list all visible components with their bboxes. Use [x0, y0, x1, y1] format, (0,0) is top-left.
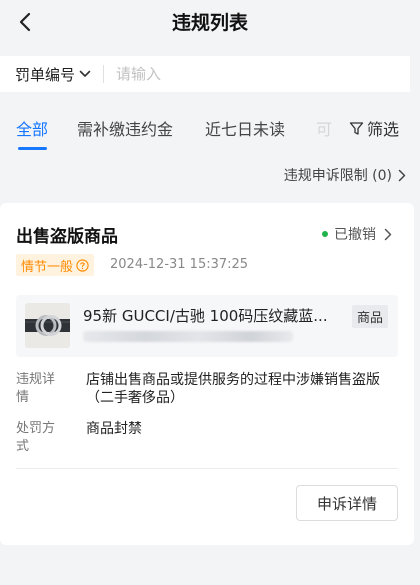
- severity-tag: 情节一般: [16, 254, 95, 276]
- search-type-dropdown[interactable]: 罚单编号: [0, 56, 91, 92]
- violation-detail-value: 店铺出售商品或提供服务的过程中涉嫌销售盗版（二手奢侈品）: [86, 372, 380, 406]
- search-bar: 罚单编号: [0, 56, 410, 92]
- status-badge[interactable]: 已撤销: [322, 224, 392, 244]
- tab-unread-7-days[interactable]: 近七日未读: [205, 116, 285, 140]
- search-type-label: 罚单编号: [15, 65, 76, 84]
- help-icon[interactable]: [76, 258, 89, 272]
- card-divider: [16, 468, 398, 469]
- status-label: 已撤销: [334, 227, 376, 243]
- search-input[interactable]: [116, 65, 367, 83]
- tab-all[interactable]: 全部: [16, 116, 48, 140]
- goods-name: 95新 GUCCI/古驰 100码压纹藏蓝...: [83, 307, 328, 325]
- status-dot: [322, 231, 328, 237]
- active-tab-indicator: [18, 147, 47, 150]
- tab-more[interactable]: 可: [316, 116, 332, 140]
- tab-bar: 全部 需补缴违约金 近七日未读 可 筛选: [0, 106, 420, 150]
- belt-image-icon: [25, 303, 70, 348]
- goods-item[interactable]: 95新 GUCCI/古驰 100码压纹藏蓝... 商品: [16, 295, 398, 357]
- goods-thumbnail: [25, 303, 70, 348]
- appeal-details-button[interactable]: 申诉详情: [296, 485, 398, 521]
- severity-label: 情节一般: [21, 259, 74, 275]
- filter-button[interactable]: 筛选: [349, 116, 399, 140]
- violation-detail-label: 违规详情: [16, 372, 56, 405]
- chevron-right-icon: [398, 169, 406, 181]
- search-divider: [103, 65, 105, 83]
- tab-penalty-due[interactable]: 需补缴违约金: [77, 116, 173, 140]
- goods-badge: 商品: [351, 305, 388, 328]
- chevron-down-icon: [79, 70, 91, 77]
- filter-icon: [349, 121, 364, 135]
- filter-label: 筛选: [367, 120, 400, 139]
- appeal-limit-label: 违规申诉限制 (0): [283, 168, 392, 184]
- penalty-label: 处罚方式: [16, 421, 56, 454]
- appeal-limit-link[interactable]: 违规申诉限制 (0): [284, 165, 406, 185]
- violation-card[interactable]: 出售盗版商品 已撤销 情节一般 2024-12-31 15:37:25 95新 …: [0, 203, 414, 545]
- chevron-right-icon: [384, 228, 392, 240]
- page-title: 违规列表: [171, 12, 248, 34]
- goods-blurred-info: [83, 331, 293, 342]
- violation-title: 出售盗版商品: [16, 227, 118, 247]
- nav-bar: 违规列表: [0, 0, 420, 44]
- violation-time: 2024-12-31 15:37:25: [110, 257, 249, 272]
- penalty-value: 商品封禁: [86, 421, 142, 437]
